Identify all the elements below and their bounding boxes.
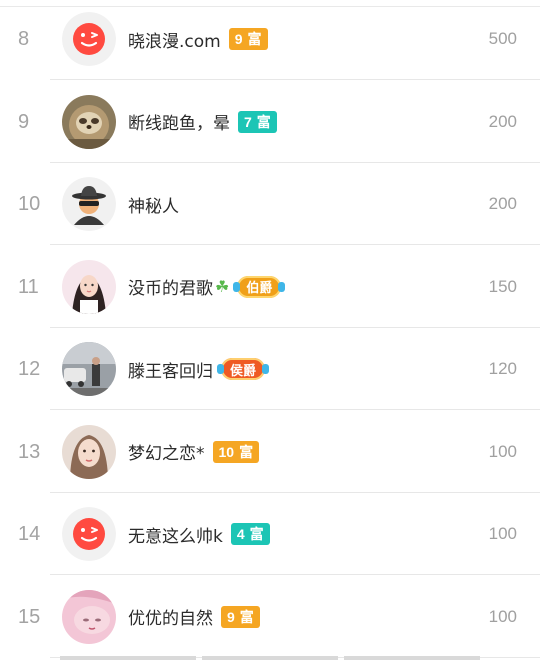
scroll-segment (202, 656, 338, 660)
leaderboard-page: 8 晓浪漫.com 9 富 500 9 断线跑鱼，晕 7 富 200 10 神秘人 200 11 没币的君歌… (0, 0, 540, 660)
wealth-level-number: 4 (236, 526, 245, 542)
wealth-level-badge: 10 富 (212, 440, 260, 463)
scroll-segment (60, 656, 196, 660)
wealth-level-label: 富 (239, 609, 254, 626)
user-avatar[interactable] (62, 94, 116, 149)
default-avatar-icon[interactable] (62, 12, 116, 66)
leaderboard-row[interactable]: 8 晓浪漫.com 9 富 500 (0, 0, 540, 80)
wealth-level-badge: 9富 (228, 28, 268, 50)
user-name-group: 无意这么帅k 4 富 (128, 493, 270, 575)
wealth-level-badge: 7富 (238, 110, 277, 133)
rank-number: 14 (18, 523, 41, 545)
score-value: 100 (488, 606, 517, 626)
user-name-group: 神秘人 (128, 163, 179, 245)
wealth-level-number: 7 (244, 113, 252, 130)
score-value: 150 (488, 276, 517, 296)
rank-number: 10 (18, 193, 41, 215)
wealth-level-number: 10 (218, 443, 235, 460)
score-value: 100 (488, 524, 517, 543)
wealth-level-label: 富 (249, 527, 264, 543)
user-name[interactable]: 滕王客回归 (128, 357, 213, 382)
user-name-group: 梦幻之恋* 10 富 (128, 411, 260, 493)
score-value: 100 (488, 441, 517, 461)
nobility-badge: 伯爵 (233, 275, 286, 298)
user-name[interactable]: 晓浪漫.com (128, 27, 221, 52)
leaderboard-row[interactable]: 14 无意这么帅k 4 富 100 (0, 493, 540, 575)
wealth-level-label: 富 (247, 32, 262, 48)
user-avatar[interactable] (62, 342, 116, 396)
score-value: 500 (488, 29, 517, 48)
rank-number: 13 (18, 440, 41, 463)
wealth-level-label: 富 (239, 444, 254, 461)
wealth-level-number: 9 (227, 608, 235, 625)
scroll-segment (344, 656, 480, 660)
mystery-hat-avatar-icon[interactable] (62, 177, 116, 231)
clover-icon: ☘ (215, 276, 230, 296)
wealth-level-label: 富 (256, 114, 271, 131)
leaderboard-row[interactable]: 11 没币的君歌 ☘ 伯爵 150 (0, 246, 540, 328)
user-name[interactable]: 神秘人 (128, 192, 179, 217)
wealth-level-number: 9 (234, 31, 243, 47)
user-avatar[interactable] (62, 589, 116, 644)
leaderboard-row[interactable]: 9 断线跑鱼，晕 7 富 200 (0, 81, 540, 163)
user-avatar[interactable] (62, 424, 116, 479)
nobility-badge: 侯爵 (216, 358, 270, 380)
bottom-scroll-indicator (60, 656, 480, 660)
rank-number: 8 (18, 28, 30, 50)
score-value: 200 (488, 111, 517, 131)
user-name-group: 滕王客回归 侯爵 (128, 328, 270, 410)
user-name[interactable]: 梦幻之恋* (128, 439, 205, 464)
leaderboard-row[interactable]: 15 优优的自然 9 富 100 (0, 576, 540, 658)
user-name[interactable]: 优优的自然 (128, 604, 213, 629)
rank-number: 9 (18, 110, 30, 133)
user-name[interactable]: 没币的君歌 (128, 274, 213, 299)
user-name-group: 晓浪漫.com 9 富 (128, 0, 268, 80)
leaderboard-row[interactable]: 10 神秘人 200 (0, 163, 540, 245)
wealth-level-badge: 4富 (230, 523, 270, 545)
leaderboard-row[interactable]: 13 梦幻之恋* 10 富 100 (0, 411, 540, 493)
user-name-group: 断线跑鱼，晕 7 富 (128, 81, 277, 163)
user-name-group: 没币的君歌 ☘ 伯爵 (128, 246, 286, 328)
user-avatar[interactable] (62, 259, 116, 314)
default-avatar-icon[interactable] (62, 507, 116, 561)
user-name-group: 优优的自然 9 富 (128, 576, 260, 658)
leaderboard-row[interactable]: 12 滕王客回归 侯爵 120 (0, 328, 540, 410)
user-name[interactable]: 断线跑鱼，晕 (128, 109, 230, 134)
wealth-level-badge: 9富 (221, 605, 260, 628)
rank-number: 12 (18, 358, 41, 380)
rank-number: 15 (18, 605, 41, 628)
score-value: 200 (488, 194, 517, 213)
rank-number: 11 (18, 275, 39, 298)
user-name[interactable]: 无意这么帅k (128, 522, 223, 547)
score-value: 120 (488, 359, 517, 378)
